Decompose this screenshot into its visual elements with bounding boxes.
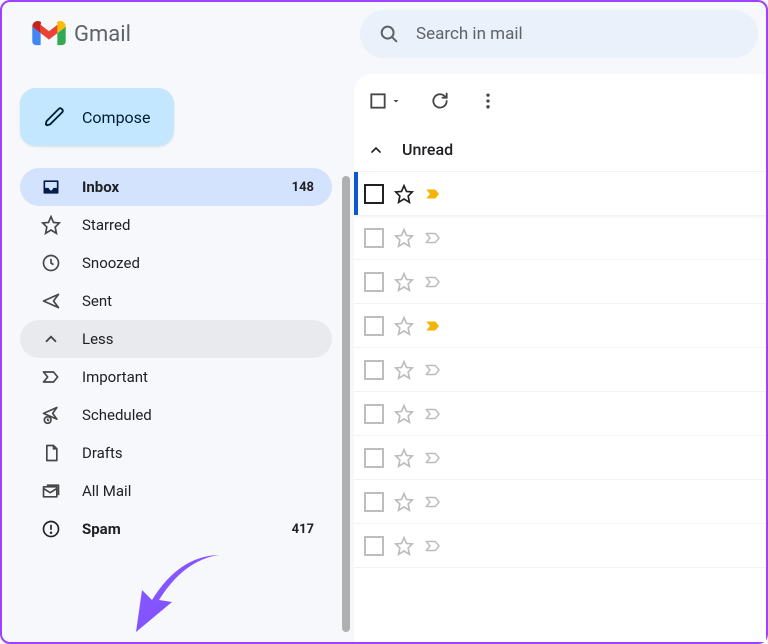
sidebar-label: All Mail bbox=[82, 482, 314, 500]
mail-content-redacted bbox=[452, 443, 756, 473]
chevron-up-icon bbox=[368, 142, 384, 158]
important-icon[interactable] bbox=[424, 405, 442, 423]
mail-section-header[interactable]: Unread bbox=[354, 128, 766, 172]
important-icon[interactable] bbox=[424, 229, 442, 247]
sidebar-label: Inbox bbox=[82, 178, 272, 196]
sidebar-label: Less bbox=[82, 330, 314, 348]
mail-content-redacted bbox=[452, 487, 756, 517]
row-checkbox[interactable] bbox=[364, 536, 384, 556]
important-icon[interactable] bbox=[424, 185, 442, 203]
sidebar-label: Drafts bbox=[82, 444, 314, 462]
mail-row[interactable] bbox=[354, 216, 766, 260]
more-button[interactable] bbox=[478, 91, 498, 111]
sidebar-count: 417 bbox=[292, 522, 314, 537]
spam-icon bbox=[40, 519, 62, 539]
important-icon[interactable] bbox=[424, 317, 442, 335]
sidebar-label: Starred bbox=[82, 216, 314, 234]
star-icon[interactable] bbox=[394, 448, 414, 468]
row-checkbox[interactable] bbox=[364, 272, 384, 292]
search-bar[interactable] bbox=[360, 10, 758, 58]
mail-row[interactable] bbox=[354, 348, 766, 392]
sidebar-item-spam[interactable]: Spam 417 bbox=[20, 510, 332, 548]
mail-content-redacted bbox=[452, 399, 756, 429]
sidebar: Compose Inbox 148 Starred Snoozed bbox=[2, 66, 342, 642]
app-header: Gmail bbox=[2, 2, 766, 66]
star-icon[interactable] bbox=[394, 272, 414, 292]
drafts-icon bbox=[40, 443, 62, 463]
row-checkbox[interactable] bbox=[364, 316, 384, 336]
star-icon[interactable] bbox=[394, 492, 414, 512]
important-icon[interactable] bbox=[424, 537, 442, 555]
refresh-button[interactable] bbox=[430, 91, 450, 111]
sidebar-item-important[interactable]: Important bbox=[20, 358, 332, 396]
mail-toolbar bbox=[354, 74, 766, 128]
select-all-checkbox[interactable] bbox=[368, 91, 402, 111]
scheduled-icon bbox=[40, 405, 62, 425]
star-icon[interactable] bbox=[394, 184, 414, 204]
row-checkbox[interactable] bbox=[364, 360, 384, 380]
mail-content-redacted bbox=[452, 531, 756, 561]
search-icon bbox=[378, 23, 400, 45]
mail-content-redacted bbox=[452, 355, 756, 385]
mail-content-redacted bbox=[452, 223, 756, 253]
important-icon[interactable] bbox=[424, 449, 442, 467]
mail-row[interactable] bbox=[354, 172, 766, 216]
sidebar-label: Snoozed bbox=[82, 254, 314, 272]
row-checkbox[interactable] bbox=[364, 448, 384, 468]
mail-row[interactable] bbox=[354, 304, 766, 348]
important-icon[interactable] bbox=[424, 493, 442, 511]
mail-row[interactable] bbox=[354, 392, 766, 436]
important-icon[interactable] bbox=[424, 361, 442, 379]
row-checkbox[interactable] bbox=[364, 184, 384, 204]
row-checkbox[interactable] bbox=[364, 228, 384, 248]
mail-row[interactable] bbox=[354, 524, 766, 568]
sidebar-label: Scheduled bbox=[82, 406, 314, 424]
sidebar-item-snoozed[interactable]: Snoozed bbox=[20, 244, 332, 282]
sidebar-item-allmail[interactable]: All Mail bbox=[20, 472, 332, 510]
sidebar-label: Spam bbox=[82, 520, 272, 538]
send-icon bbox=[40, 291, 62, 311]
mail-row[interactable] bbox=[354, 480, 766, 524]
compose-button[interactable]: Compose bbox=[20, 88, 174, 146]
mailbox: Unread bbox=[354, 74, 766, 642]
star-icon[interactable] bbox=[394, 360, 414, 380]
mail-row[interactable] bbox=[354, 436, 766, 480]
star-icon[interactable] bbox=[394, 404, 414, 424]
gmail-logo-icon bbox=[32, 21, 66, 47]
star-icon[interactable] bbox=[394, 316, 414, 336]
sidebar-item-less[interactable]: Less bbox=[20, 320, 332, 358]
sidebar-item-drafts[interactable]: Drafts bbox=[20, 434, 332, 472]
sidebar-item-starred[interactable]: Starred bbox=[20, 206, 332, 244]
mail-content-redacted bbox=[452, 311, 756, 341]
star-icon[interactable] bbox=[394, 228, 414, 248]
important-icon[interactable] bbox=[424, 273, 442, 291]
row-checkbox[interactable] bbox=[364, 492, 384, 512]
mail-content-redacted bbox=[452, 179, 756, 209]
sidebar-item-scheduled[interactable]: Scheduled bbox=[20, 396, 332, 434]
important-icon bbox=[40, 367, 62, 387]
star-icon[interactable] bbox=[394, 536, 414, 556]
compose-label: Compose bbox=[82, 108, 150, 127]
section-title: Unread bbox=[402, 140, 453, 159]
inbox-icon bbox=[40, 177, 62, 197]
allmail-icon bbox=[40, 481, 62, 501]
row-checkbox[interactable] bbox=[364, 404, 384, 424]
sidebar-label: Important bbox=[82, 368, 314, 386]
sidebar-label: Sent bbox=[82, 292, 314, 310]
sidebar-count: 148 bbox=[292, 180, 314, 195]
brand: Gmail bbox=[2, 21, 360, 47]
star-icon bbox=[40, 215, 62, 235]
search-input[interactable] bbox=[416, 24, 740, 44]
mail-row[interactable] bbox=[354, 260, 766, 304]
mail-content-redacted bbox=[452, 267, 756, 297]
sidebar-item-inbox[interactable]: Inbox 148 bbox=[20, 168, 332, 206]
chevron-up-icon bbox=[40, 330, 62, 348]
sidebar-item-sent[interactable]: Sent bbox=[20, 282, 332, 320]
brand-name: Gmail bbox=[74, 22, 131, 47]
pencil-icon bbox=[44, 106, 66, 128]
main: Compose Inbox 148 Starred Snoozed bbox=[2, 66, 766, 642]
clock-icon bbox=[40, 253, 62, 273]
scrollbar[interactable] bbox=[342, 176, 350, 632]
content-area: Unread bbox=[342, 66, 766, 642]
